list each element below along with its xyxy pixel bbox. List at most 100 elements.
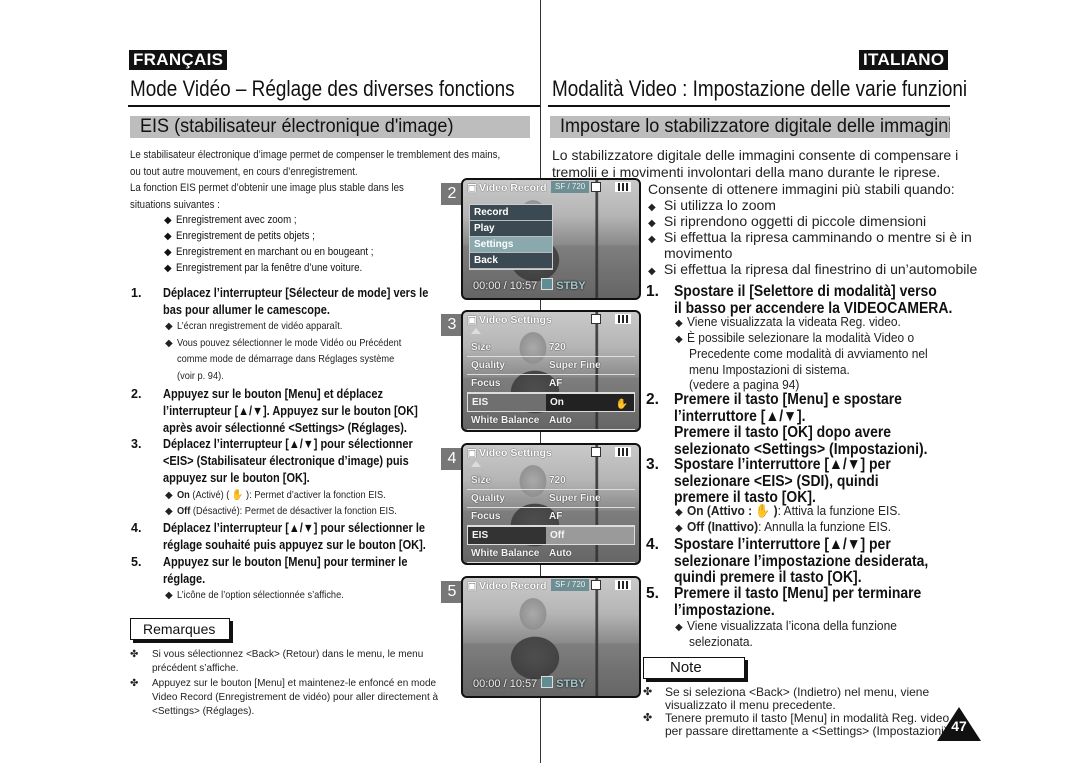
time-text: 00:00 / 10:57 xyxy=(473,678,538,690)
setting-row-focus[interactable]: Focus AF xyxy=(467,375,635,393)
video-camera-icon: ▣ xyxy=(467,314,477,326)
language-badge-french: FRANÇAIS xyxy=(129,50,228,70)
setting-row-quality[interactable]: Quality Super Fine xyxy=(467,490,635,508)
option-desc: (Activé) ( ✋ ): Permet d’activer la fonc… xyxy=(189,489,386,501)
step-line: l’impostazione. xyxy=(674,601,775,619)
diamond-bullet-icon: ◆ xyxy=(648,234,656,245)
sub-text: Vous pouvez sélectionner le mode Vidéo o… xyxy=(177,337,402,349)
menu-item-back[interactable]: Back xyxy=(470,253,552,269)
it-bullet-cont: movimento xyxy=(664,245,733,261)
scroll-up-icon[interactable] xyxy=(471,461,481,467)
screen-title: Video Settings xyxy=(479,314,552,326)
menu-item-record[interactable]: Record xyxy=(470,205,552,221)
screen-header: ▣ Video Settings xyxy=(467,447,635,461)
eis-status-icon xyxy=(591,580,601,590)
time-text: 00:00 / 10:57 xyxy=(473,280,538,292)
step-line: Déplacez l’interrupteur [Sélecteur de mo… xyxy=(163,286,429,300)
step-line: Déplacez l’interrupteur [▲/▼] pour sélec… xyxy=(163,437,413,451)
step-line: appuyez sur le bouton [OK]. xyxy=(163,471,310,485)
step-line: Spostare l’interruttore [▲/▼] per xyxy=(674,456,891,473)
time-counter: 00:00 / 10:57 STBY xyxy=(473,278,586,292)
setting-row-eis[interactable]: EIS On ✋ xyxy=(467,393,635,412)
setting-value: 720 xyxy=(549,342,566,353)
menu-item-play[interactable]: Play xyxy=(470,221,552,237)
step-line: Déplacez l’interrupteur [▲/▼] pour sélec… xyxy=(163,521,425,535)
step-line: Appuyez sur le bouton [Menu] pour termin… xyxy=(163,555,408,569)
note-marker-icon: ✤ xyxy=(130,678,139,689)
it-step-1-sub-cont: Precedente come modalità di avviamento n… xyxy=(689,346,948,363)
step-line: Premere il tasto [Menu] per terminare xyxy=(674,585,922,602)
note-line: per passare direttamente a <Settings> (I… xyxy=(665,724,952,738)
sub-text: È possibile selezionare la modalità Vide… xyxy=(687,330,915,345)
notes-heading-italian: Note xyxy=(643,657,745,679)
step-number: 2. xyxy=(131,387,142,401)
diamond-bullet-icon: ◆ xyxy=(675,334,683,345)
fr-intro-line: situations suivantes : xyxy=(130,198,220,211)
setting-row-white-balance[interactable]: White Balance Auto xyxy=(467,545,635,563)
setting-label: Focus xyxy=(471,511,501,522)
step-line: Appuyez sur le bouton [Menu] et déplacez xyxy=(163,387,384,401)
setting-row-size[interactable]: Size 720 xyxy=(467,472,635,490)
screen-step-number: 2 xyxy=(441,183,463,205)
screen-title: Video Record xyxy=(479,182,547,194)
diamond-bullet-icon: ◆ xyxy=(165,338,173,349)
eis-hand-icon: ✋ xyxy=(615,399,628,410)
fr-bullet-text: Enregistrement de petits objets ; xyxy=(176,230,315,242)
page-title-french: Mode Vidéo – Réglage des diverses foncti… xyxy=(130,76,515,101)
it-bullet-text: Si effettua la ripresa camminando o ment… xyxy=(663,229,972,245)
quality-size-badge: SF / 720 xyxy=(551,181,590,193)
page-title-italian: Modalità Video : Impostazione delle vari… xyxy=(552,76,968,101)
it-intro: Lo stabilizzatore digitale delle immagin… xyxy=(552,147,958,180)
sub-text: L’écran nregistrement de vidéo apparaît. xyxy=(177,320,343,332)
setting-row-focus[interactable]: Focus AF xyxy=(467,508,635,526)
step-line: l’interrupteur [▲/▼]. Appuyez sur le bou… xyxy=(163,404,418,418)
standby-status: STBY xyxy=(556,678,586,690)
setting-row-size[interactable]: Size 720 xyxy=(467,339,635,357)
setting-value: Super Fine xyxy=(549,493,601,504)
screen-step-number: 4 xyxy=(441,448,463,470)
setting-row-quality[interactable]: Quality Super Fine xyxy=(467,357,635,375)
battery-icon xyxy=(615,182,631,192)
option-label: On (Attivo : ✋ ) xyxy=(687,503,778,518)
step-line: Spostare l’interruttore [▲/▼] per xyxy=(674,536,891,553)
setting-label: EIS xyxy=(472,530,489,541)
note-marker-icon: ✤ xyxy=(130,649,139,660)
main-menu: Record Play Settings Back xyxy=(469,204,553,270)
step-line: selezionare l’impostazione desiderata, xyxy=(674,552,929,570)
note-line: précédent s’affiche. xyxy=(152,663,239,674)
eis-status-icon xyxy=(591,314,601,324)
setting-value: 720 xyxy=(549,475,566,486)
it-step-5-sub-cont: selezionata. xyxy=(689,634,758,651)
diamond-bullet-icon: ◆ xyxy=(164,263,172,274)
menu-item-settings[interactable]: Settings xyxy=(470,237,552,253)
diamond-bullet-icon: ◆ xyxy=(648,266,656,277)
fr-bullet-text: Enregistrement avec zoom ; xyxy=(176,214,297,226)
camcorder-screen-settings-off: ▣ Video Settings Size 720 Quality Super Fin… xyxy=(461,443,641,565)
setting-value: Super Fine xyxy=(549,360,601,371)
record-status-icon xyxy=(541,278,554,290)
setting-row-eis[interactable]: EIS Off xyxy=(467,526,635,545)
note-line: <Settings> (Réglages). xyxy=(152,706,255,717)
section-heading-french-text: EIS (stabilisateur électronique d'image) xyxy=(140,116,454,137)
notes-heading-french: Remarques xyxy=(130,618,230,640)
sub-text: (voir p. 94). xyxy=(177,370,224,382)
camcorder-screen-record: ▣ Video Record SF / 720 00:00 / 10:57 STBY xyxy=(461,576,641,698)
camcorder-screen-settings-on: ▣ Video Settings Size 720 Quality Super Fin… xyxy=(461,310,641,432)
fr-bullet-text: Enregistrement en marchant ou en bougean… xyxy=(176,246,374,258)
it-bullet-text: Si riprendono oggetti di piccole dimensi… xyxy=(663,213,927,229)
option-label: Off (Inattivo) xyxy=(687,519,759,534)
note-line: Appuyez sur le bouton [Menu] et maintene… xyxy=(152,678,437,689)
setting-row-white-balance[interactable]: White Balance Auto xyxy=(467,412,635,430)
sub-text: Viene visualizzata la videata Reg. video… xyxy=(687,314,901,329)
scroll-up-icon[interactable] xyxy=(471,328,481,334)
step-line: après avoir sélectionné <Settings> (Régl… xyxy=(163,421,407,435)
screen-step-number: 5 xyxy=(441,581,463,603)
video-camera-icon: ▣ xyxy=(467,447,477,459)
fr-bullet: ◆ Enregistrement avec zoom ; xyxy=(164,212,313,230)
option-desc: : Annulla la funzione EIS. xyxy=(758,519,892,534)
step-number: 4. xyxy=(131,521,142,535)
option-label: On xyxy=(177,489,190,501)
setting-value: On xyxy=(550,397,564,408)
fr-step-3-sub-off: ◆ Off (Désactivé): Permet de désactiver l… xyxy=(165,503,427,521)
sub-text: selezionata. xyxy=(689,634,753,649)
